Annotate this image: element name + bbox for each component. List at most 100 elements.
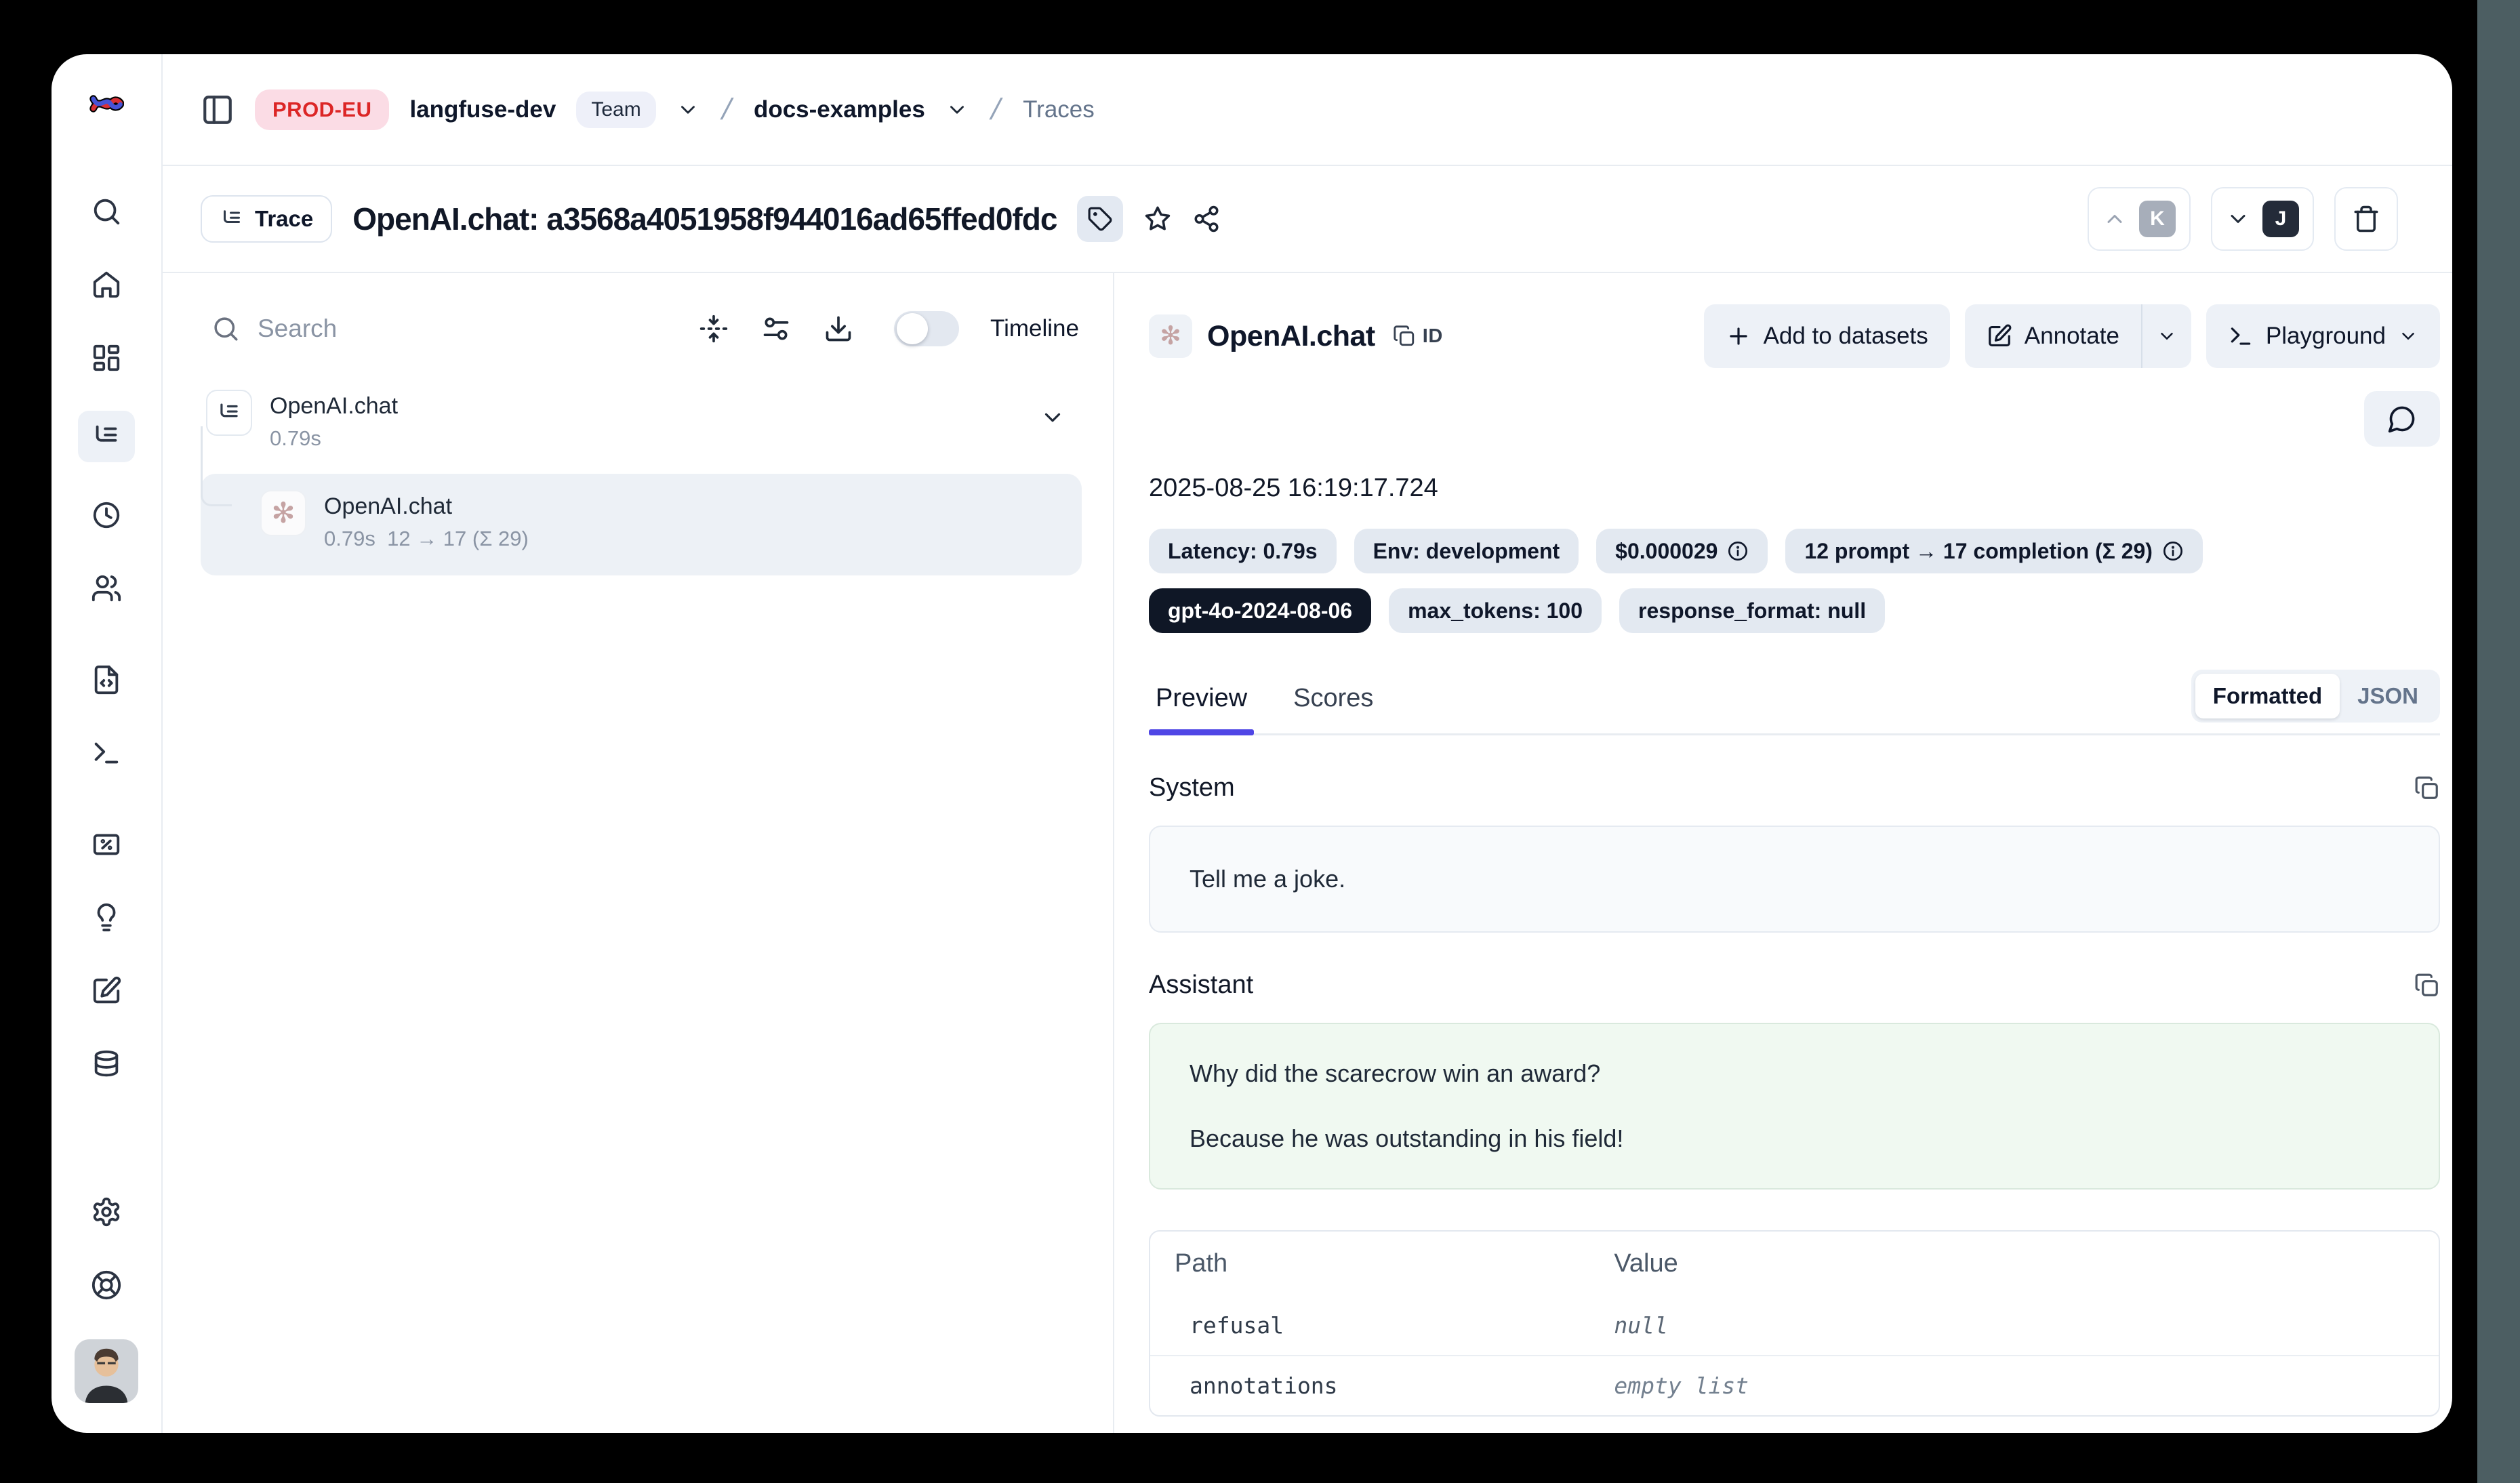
table-row: annotations empty list	[1150, 1355, 2439, 1415]
format-json-option[interactable]: JSON	[2340, 674, 2436, 718]
copy-icon[interactable]	[2414, 973, 2440, 998]
trace-type-label: Trace	[255, 206, 313, 232]
annotate-split-button: Annotate	[1965, 304, 2191, 368]
collapse-node-chevron-icon[interactable]	[1040, 405, 1065, 455]
view-settings-icon[interactable]	[761, 314, 791, 344]
search-input[interactable]	[258, 314, 666, 343]
system-message-box: Tell me a joke.	[1149, 826, 2440, 933]
next-trace-button[interactable]: J	[2211, 187, 2314, 251]
annotation-queues-icon[interactable]	[89, 974, 123, 1008]
playground-button[interactable]: Playground	[2206, 304, 2440, 368]
table-header-row: Path Value	[1150, 1232, 2439, 1296]
environment-badge[interactable]: PROD-EU	[255, 89, 389, 130]
project-chevron-down-icon[interactable]	[946, 98, 969, 121]
detail-tabs: Preview Scores Formatted JSON	[1149, 670, 2440, 735]
tab-scores[interactable]: Scores	[1286, 684, 1380, 733]
openai-node-icon: ✻	[260, 490, 306, 536]
tree-root-node[interactable]: OpenAI.chat 0.79s	[190, 382, 1097, 455]
tab-preview[interactable]: Preview	[1149, 684, 1254, 733]
system-section: System Tell me a joke.	[1149, 773, 2440, 933]
datasets-icon[interactable]	[89, 1047, 123, 1081]
keyboard-shortcut-k: K	[2139, 201, 2176, 237]
info-icon	[1727, 540, 1749, 562]
annotate-dropdown-chevron-icon[interactable]	[2142, 304, 2191, 368]
copy-icon[interactable]	[2414, 775, 2440, 801]
cost-badge[interactable]: $0.000029	[1596, 529, 1768, 573]
insights-icon[interactable]	[89, 901, 123, 935]
org-chevron-down-icon[interactable]	[676, 98, 699, 121]
trace-title: OpenAI.chat: a3568a4051958f944016ad65ffe…	[352, 201, 1057, 237]
search-icon[interactable]	[89, 195, 123, 228]
tag-icon[interactable]	[1077, 196, 1123, 242]
breadcrumb-separator: /	[985, 93, 1007, 127]
prev-trace-button[interactable]: K	[2088, 187, 2191, 251]
breadcrumb-project[interactable]: docs-examples	[754, 96, 925, 123]
left-rail	[52, 54, 163, 1433]
format-formatted-option[interactable]: Formatted	[2195, 674, 2340, 718]
output-path-value-table: Path Value refusal null annotations empt…	[1149, 1230, 2440, 1417]
content-row: Timeline OpenAI.chat 0.79s	[163, 273, 2452, 1433]
sidebar-toggle-icon[interactable]	[201, 93, 235, 127]
tree-child-node-selected[interactable]: ✻ OpenAI.chat 0.79s 12 → 17 (Σ 29)	[201, 474, 1082, 575]
breadcrumb-separator: /	[715, 93, 737, 127]
support-icon[interactable]	[89, 1268, 123, 1302]
sessions-icon[interactable]	[89, 498, 123, 532]
user-avatar[interactable]	[75, 1339, 138, 1403]
root-node-name: OpenAI.chat	[270, 390, 398, 423]
model-badge[interactable]: gpt-4o-2024-08-06	[1149, 588, 1371, 633]
prompts-icon[interactable]	[89, 663, 123, 697]
comments-button[interactable]	[2364, 391, 2440, 447]
trace-type-badge: Trace	[201, 195, 332, 243]
table-row: refusal null	[1150, 1296, 2439, 1355]
app-window: PROD-EU langfuse-dev Team / docs-example…	[52, 54, 2452, 1433]
env-badge: Env: development	[1354, 529, 1579, 573]
timeline-toggle[interactable]	[894, 311, 959, 346]
evaluations-icon[interactable]	[89, 828, 123, 861]
metrics-badge-row: Latency: 0.79s Env: development $0.00002…	[1149, 529, 2440, 573]
assistant-message-box: Why did the scarecrow win an award? Beca…	[1149, 1023, 2440, 1190]
main-column: PROD-EU langfuse-dev Team / docs-example…	[163, 54, 2452, 1433]
child-node-name: OpenAI.chat	[324, 490, 529, 523]
download-icon[interactable]	[824, 314, 853, 344]
org-type-badge: Team	[576, 92, 655, 128]
info-icon	[2162, 540, 2184, 562]
copy-id-button[interactable]: ID	[1393, 325, 1443, 348]
dashboards-icon[interactable]	[89, 341, 123, 375]
collapse-all-icon[interactable]	[699, 314, 729, 344]
annotate-button[interactable]: Annotate	[1965, 304, 2141, 368]
tracing-icon[interactable]	[78, 411, 135, 462]
path-cell: annotations	[1150, 1356, 1614, 1415]
format-toggle: Formatted JSON	[2191, 670, 2440, 723]
playground-icon[interactable]	[89, 736, 123, 770]
delete-trace-button[interactable]	[2334, 187, 2398, 251]
share-icon[interactable]	[1192, 205, 1221, 233]
trace-header-bar: Trace OpenAI.chat: a3568a4051958f944016a…	[163, 166, 2452, 273]
id-label: ID	[1423, 325, 1443, 348]
add-to-datasets-button[interactable]: Add to datasets	[1704, 304, 1950, 368]
bookmark-star-icon[interactable]	[1143, 205, 1172, 233]
trace-tree: OpenAI.chat 0.79s ✻ OpenAI.chat	[163, 361, 1113, 575]
keyboard-shortcut-j: J	[2262, 201, 2299, 237]
breadcrumb-page[interactable]: Traces	[1023, 96, 1095, 123]
root-node-duration: 0.79s	[270, 423, 398, 455]
value-cell: empty list	[1614, 1356, 2439, 1415]
comment-row	[1149, 391, 2440, 447]
token-usage-badge[interactable]: 12 prompt → 17 completion (Σ 29)	[1785, 529, 2203, 573]
max-tokens-badge: max_tokens: 100	[1389, 588, 1602, 633]
tree-toolbar: Timeline	[163, 296, 1113, 361]
child-node-meta: 0.79s 12 → 17 (Σ 29)	[324, 523, 529, 555]
openai-icon: ✻	[1149, 314, 1192, 358]
langfuse-logo[interactable]	[87, 89, 126, 118]
observation-timestamp: 2025-08-25 16:19:17.724	[1149, 474, 2440, 503]
assistant-section-title: Assistant	[1149, 971, 1253, 1000]
trace-node-icon	[206, 390, 252, 436]
system-section-title: System	[1149, 773, 1235, 803]
breadcrumb-org[interactable]: langfuse-dev	[409, 96, 556, 123]
column-value: Value	[1614, 1232, 2439, 1296]
home-icon[interactable]	[89, 268, 123, 302]
settings-icon[interactable]	[89, 1195, 123, 1229]
response-format-badge: response_format: null	[1619, 588, 1885, 633]
users-icon[interactable]	[89, 571, 123, 605]
desktop-background-strip	[2477, 0, 2520, 1483]
assistant-line-1: Why did the scarecrow win an award?	[1190, 1059, 2399, 1088]
